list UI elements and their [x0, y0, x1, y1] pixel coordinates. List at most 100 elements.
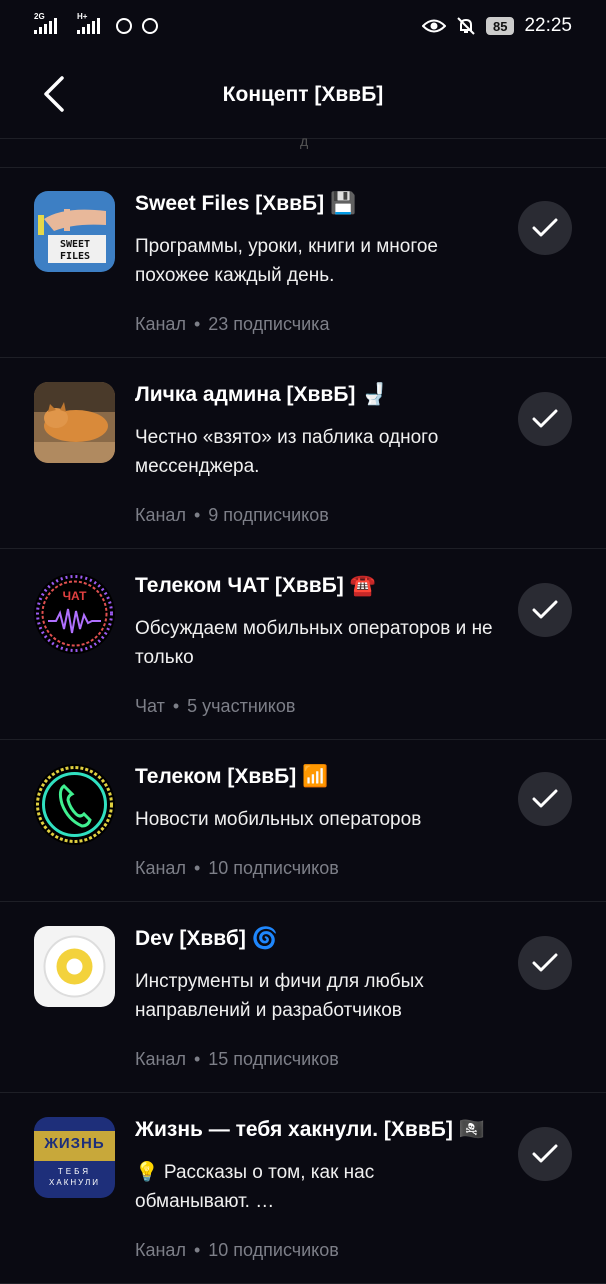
channel-description: Программы, уроки, книги и многое похожее… — [135, 236, 438, 286]
channel-title-text: Dev [Хввб] — [135, 927, 246, 950]
check-button[interactable] — [518, 201, 572, 255]
page-title: Концепт [ХввБ] — [222, 83, 384, 106]
list-item[interactable]: ЧАТ Телеком ЧАТ [ХввБ] ☎️ Обсуждаем моби… — [0, 549, 606, 740]
channel-title: Dev [Хввб] 🌀 — [135, 924, 505, 954]
signal-icon-2: H+ — [77, 12, 100, 34]
channel-type: Канал — [135, 1240, 186, 1260]
channel-type: Канал — [135, 1049, 186, 1069]
channel-title-text: Личка админа [ХввБ] — [135, 383, 356, 406]
avatar-text: ЧАТ — [62, 589, 87, 603]
status-time: 22:25 — [524, 15, 572, 36]
pirate-flag-icon: 🏴‍☠️ — [458, 1118, 485, 1141]
top-bar: Концепт [ХввБ] — [0, 52, 606, 139]
list-item-content: Sweet Files [ХввБ] 💾 Программы, уроки, к… — [135, 189, 505, 335]
list-item-content: Жизнь — тебя хакнули. [ХввБ] 🏴‍☠️ 💡 Расс… — [135, 1115, 515, 1261]
telephone-icon: ☎️ — [349, 574, 376, 597]
meta-separator: • — [193, 314, 201, 334]
channel-description: Новости мобильных операторов — [135, 809, 422, 830]
member-count: 10 подписчиков — [208, 1240, 339, 1260]
tiktok-icon — [116, 18, 132, 34]
neon-phone-logo-icon — [34, 764, 115, 845]
channel-title: Личка админа [ХввБ] 🚽 — [135, 380, 505, 410]
channel-type: Канал — [135, 858, 186, 878]
channel-meta: Канал • 23 подписчика — [135, 314, 505, 335]
meta-separator: • — [193, 858, 201, 878]
channel-title: Sweet Files [ХввБ] 💾 — [135, 189, 505, 219]
channel-meta: Канал • 10 подписчиков — [135, 1240, 515, 1261]
channel-description: Обсуждаем мобильных операторов и не толь… — [135, 618, 493, 668]
channel-avatar — [34, 926, 115, 1007]
channel-list: SWEET FILES Sweet Files [ХввБ] 💾 Програм… — [0, 167, 606, 1284]
channel-title-text: Телеком [ХввБ] — [135, 765, 297, 788]
channel-avatar — [34, 764, 115, 845]
channel-avatar — [34, 382, 115, 463]
channel-description: Инструменты и фичи для любых направлений… — [135, 971, 424, 1021]
member-count: 10 подписчиков — [208, 858, 339, 878]
eye-icon — [421, 19, 446, 33]
member-count: 9 подписчиков — [208, 505, 329, 525]
meta-separator: • — [193, 1049, 201, 1069]
checkmark-icon — [532, 600, 558, 619]
channel-title-text: Жизнь — тебя хакнули. [ХввБ] — [135, 1118, 453, 1141]
meta-separator: • — [193, 505, 201, 525]
avatar-text: ТЕБЯ — [57, 1167, 92, 1176]
status-bar: 2G H+ 85 22:25 — [0, 0, 606, 52]
channel-description: Честно «взято» из паблика одного мессенд… — [135, 427, 439, 477]
channel-title: Жизнь — тебя хакнули. [ХввБ] 🏴‍☠️ — [135, 1115, 515, 1145]
avatar-text: ЖИЗНЬ — [44, 1135, 105, 1152]
checkmark-icon — [532, 409, 558, 428]
channel-avatar: ЖИЗНЬ ТЕБЯ ХАКНУЛИ — [34, 1117, 115, 1198]
swirl-icon: 🌀 — [251, 927, 278, 950]
list-item[interactable]: Телеком [ХввБ] 📶 Новости мобильных опера… — [0, 740, 606, 902]
list-item[interactable]: Личка админа [ХввБ] 🚽 Честно «взято» из … — [0, 358, 606, 549]
member-count: 23 подписчика — [208, 314, 330, 334]
toilet-icon: 🚽 — [361, 383, 388, 406]
status-left: 2G H+ — [34, 12, 158, 34]
checkmark-icon — [532, 789, 558, 808]
back-arrow-icon[interactable] — [36, 74, 76, 114]
channel-description: 💡 Рассказы о том, как нас обманывают. … — [135, 1162, 375, 1212]
list-item-content: Телеком ЧАТ [ХввБ] ☎️ Обсуждаем мобильны… — [135, 571, 505, 717]
previous-item-partial: д — [0, 133, 606, 168]
telegram-icon — [142, 18, 158, 34]
check-button[interactable] — [518, 392, 572, 446]
check-button[interactable] — [518, 936, 572, 990]
signal-bars-icon: 📶 — [302, 765, 329, 788]
channel-title: Телеком [ХввБ] 📶 — [135, 762, 505, 792]
floppy-disk-icon: 💾 — [329, 192, 357, 215]
meta-separator: • — [193, 1240, 201, 1260]
list-item[interactable]: ЖИЗНЬ ТЕБЯ ХАКНУЛИ Жизнь — тебя хакнули.… — [0, 1093, 606, 1284]
channel-title: Телеком ЧАТ [ХввБ] ☎️ — [135, 571, 505, 601]
check-button[interactable] — [518, 583, 572, 637]
checkmark-icon — [532, 1144, 558, 1163]
list-item[interactable]: Dev [Хввб] 🌀 Инструменты и фичи для любы… — [0, 902, 606, 1093]
battery-indicator: 85 — [485, 17, 515, 35]
sleeping-cat-photo-icon — [34, 382, 115, 463]
channel-avatar: ЧАТ — [34, 573, 115, 654]
check-button[interactable] — [518, 1127, 572, 1181]
network-type-label-2: H+ — [77, 12, 88, 21]
channel-avatar: SWEET FILES — [34, 191, 115, 272]
avatar-text: ХАКНУЛИ — [49, 1178, 100, 1187]
list-item-content: Личка админа [ХввБ] 🚽 Честно «взято» из … — [135, 380, 505, 526]
check-button[interactable] — [518, 772, 572, 826]
meta-separator: • — [172, 696, 180, 716]
channel-type: Канал — [135, 505, 186, 525]
channel-meta: Канал • 15 подписчиков — [135, 1049, 505, 1070]
channel-title-text: Sweet Files [ХввБ] — [135, 192, 325, 215]
channel-meta: Чат • 5 участников — [135, 696, 505, 717]
channel-type: Чат — [135, 696, 165, 716]
status-right: 85 22:25 — [421, 15, 572, 37]
network-type-label: 2G — [34, 12, 45, 21]
member-count: 5 участников — [187, 696, 296, 716]
channel-title-text: Телеком ЧАТ [ХввБ] — [135, 574, 344, 597]
list-item-content: Dev [Хввб] 🌀 Инструменты и фичи для любы… — [135, 924, 505, 1070]
avatar-text: SWEET FILES — [59, 239, 91, 262]
list-item[interactable]: SWEET FILES Sweet Files [ХввБ] 💾 Програм… — [0, 167, 606, 358]
channel-meta: Канал • 9 подписчиков — [135, 505, 505, 526]
bell-muted-icon — [457, 17, 475, 35]
channel-type: Канал — [135, 314, 186, 334]
channel-meta: Канал • 10 подписчиков — [135, 858, 505, 879]
checkmark-icon — [532, 953, 558, 972]
dial-logo-icon — [34, 926, 115, 1007]
